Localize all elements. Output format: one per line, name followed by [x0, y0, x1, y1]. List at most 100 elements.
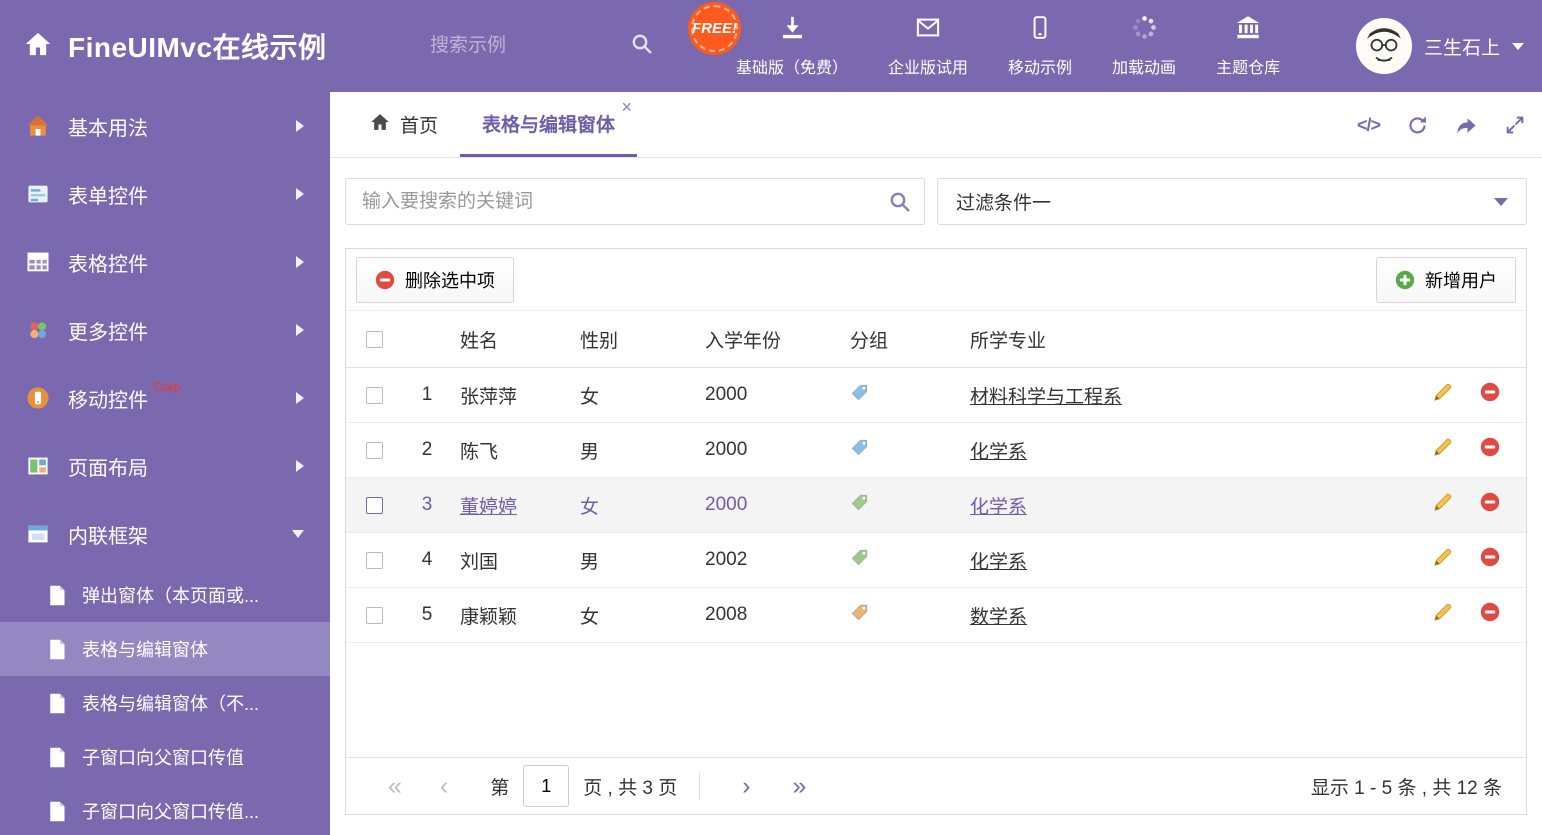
table-row[interactable]: 5 康颖颖 女 2008 数学系: [346, 588, 1526, 643]
chevron-right-icon: [296, 120, 304, 132]
brand[interactable]: FineUIMvc在线示例: [24, 0, 327, 92]
sidebar-item-grid-controls[interactable]: 表格控件: [0, 228, 330, 296]
cell-year: 2000: [705, 439, 748, 460]
delete-icon[interactable]: [1480, 437, 1500, 463]
major-link[interactable]: 化学系: [970, 442, 1027, 463]
row-checkbox[interactable]: [365, 606, 383, 624]
forward-icon[interactable]: [1455, 114, 1478, 137]
edit-icon[interactable]: [1432, 601, 1454, 629]
row-checkbox[interactable]: [365, 551, 383, 569]
grid-panel: 删除选中项 新增用户 姓名 性别 入学年份 分组 所学专业 1 张萍萍 女 20…: [345, 248, 1527, 815]
sidebar-subitem-popup-window[interactable]: 弹出窗体（本页面或...: [0, 568, 330, 622]
column-header-major[interactable]: 所学专业: [962, 326, 1416, 353]
user-name: 三生石上: [1423, 37, 1500, 59]
major-link[interactable]: 化学系: [970, 497, 1027, 518]
edit-icon[interactable]: [1432, 436, 1454, 464]
nav-item-theme-store[interactable]: 主题仓库: [1196, 14, 1300, 78]
delete-icon[interactable]: [1480, 547, 1500, 573]
sidebar-item-mobile-controls[interactable]: 移动控件 Corp.: [0, 364, 330, 432]
tab-grid-edit-window[interactable]: 表格与编辑窗体: [460, 92, 638, 157]
cell-name: 张萍萍: [460, 386, 518, 408]
keyword-search-input[interactable]: [346, 179, 924, 224]
sidebar-subitem-grid-edit-window-2[interactable]: 表格与编辑窗体（不...: [0, 676, 330, 730]
sidebar-item-more-controls[interactable]: 更多控件: [0, 296, 330, 364]
major-link[interactable]: 数学系: [970, 607, 1027, 628]
user-menu[interactable]: 三生石上: [1355, 0, 1524, 92]
layout-icon: [26, 454, 50, 478]
major-link[interactable]: 材料科学与工程系: [970, 387, 1122, 408]
column-header-gender[interactable]: 性别: [572, 326, 697, 353]
sidebar-item-basic-usage[interactable]: 基本用法: [0, 92, 330, 160]
code-icon[interactable]: [1357, 115, 1380, 136]
mobile-icon: [1027, 14, 1053, 46]
add-user-label: 新增用户: [1425, 270, 1497, 291]
cell-year: 2008: [705, 604, 748, 625]
sidebar: 基本用法 表单控件 表格控件 更多控件 移动控件 Corp. 页面布局 内联框架…: [0, 92, 330, 835]
cell-gender: 女: [580, 496, 600, 518]
chevron-right-icon: [296, 460, 304, 472]
expand-icon[interactable]: [1504, 114, 1526, 136]
row-checkbox[interactable]: [365, 496, 383, 514]
sidebar-subitem-grid-edit-window[interactable]: 表格与编辑窗体: [0, 622, 330, 676]
page-number-input[interactable]: [523, 765, 570, 807]
page-label-prefix: 第: [490, 777, 510, 799]
filter-dropdown[interactable]: 过滤条件一: [937, 178, 1527, 225]
select-all-checkbox[interactable]: [365, 330, 383, 348]
nav-item-label: 企业版试用: [888, 60, 969, 77]
close-icon[interactable]: [622, 98, 633, 116]
cell-gender: 男: [580, 551, 600, 573]
table-row[interactable]: 2 陈飞 男 2000 化学系: [346, 423, 1526, 478]
edit-icon[interactable]: [1432, 381, 1454, 409]
search-icon[interactable]: [888, 190, 912, 219]
corp-badge: Corp.: [154, 380, 184, 394]
sidebar-subitem-child-to-parent[interactable]: 子窗口向父窗口传值: [0, 730, 330, 784]
delete-icon[interactable]: [1480, 602, 1500, 628]
search-icon[interactable]: [630, 32, 654, 61]
edit-icon[interactable]: [1432, 491, 1454, 519]
row-number: 3: [421, 494, 433, 515]
sidebar-subitem-label: 子窗口向父窗口传值: [82, 748, 244, 768]
sidebar-item-form-controls[interactable]: 表单控件: [0, 160, 330, 228]
refresh-icon[interactable]: [1406, 114, 1429, 137]
column-header-group[interactable]: 分组: [842, 326, 962, 353]
record-count-summary: 显示 1 - 5 条 , 共 12 条: [1310, 777, 1502, 799]
previous-page-button[interactable]: [440, 774, 448, 799]
edit-icon[interactable]: [1432, 546, 1454, 574]
delete-icon[interactable]: [1480, 492, 1500, 518]
table-row[interactable]: 1 张萍萍 女 2000 材料科学与工程系: [346, 368, 1526, 423]
delete-icon[interactable]: [1480, 382, 1500, 408]
next-page-button[interactable]: [742, 774, 750, 799]
chevron-right-icon: [296, 188, 304, 200]
sidebar-item-page-layout[interactable]: 页面布局: [0, 432, 330, 500]
sidebar-subitem-child-to-parent-2[interactable]: 子窗口向父窗口传值...: [0, 784, 330, 835]
major-link[interactable]: 化学系: [970, 552, 1027, 573]
nav-item-mobile-demo[interactable]: 移动示例: [988, 14, 1092, 78]
tab-label: 表格与编辑窗体: [482, 114, 616, 136]
sidebar-item-label: 表格控件: [68, 253, 148, 276]
row-checkbox[interactable]: [365, 441, 383, 459]
cell-year: 2002: [705, 549, 748, 570]
tab-bar: 首页 表格与编辑窗体: [330, 92, 1542, 158]
envelope-icon: [914, 14, 942, 46]
top-search-input[interactable]: [430, 35, 600, 57]
top-nav: 基础版（免费） 企业版试用 移动示例 加载动画 主题仓库: [716, 0, 1300, 92]
nav-item-loading-animation[interactable]: 加载动画: [1092, 14, 1196, 78]
home-icon: [370, 112, 390, 138]
chevron-down-icon: [1494, 197, 1508, 206]
last-page-button[interactable]: [793, 774, 807, 799]
row-checkbox[interactable]: [365, 386, 383, 404]
column-header-name[interactable]: 姓名: [452, 326, 572, 353]
nav-item-enterprise-trial[interactable]: 企业版试用: [868, 14, 988, 78]
tab-home[interactable]: 首页: [348, 92, 460, 157]
delete-selected-button[interactable]: 删除选中项: [356, 256, 514, 303]
column-header-year[interactable]: 入学年份: [697, 326, 842, 353]
table-row[interactable]: 3 董婷婷 女 2000 化学系: [346, 478, 1526, 533]
add-user-button[interactable]: 新增用户: [1376, 256, 1516, 303]
sidebar-subitem-label: 弹出窗体（本页面或...: [82, 586, 260, 606]
cell-name: 康颖颖: [460, 606, 518, 628]
table-row[interactable]: 4 刘国 男 2002 化学系: [346, 533, 1526, 588]
sidebar-item-inline-frame[interactable]: 内联框架: [0, 500, 330, 568]
free-badge[interactable]: FREE!: [688, 2, 741, 55]
first-page-button[interactable]: [388, 774, 402, 799]
file-icon: [48, 585, 66, 606]
